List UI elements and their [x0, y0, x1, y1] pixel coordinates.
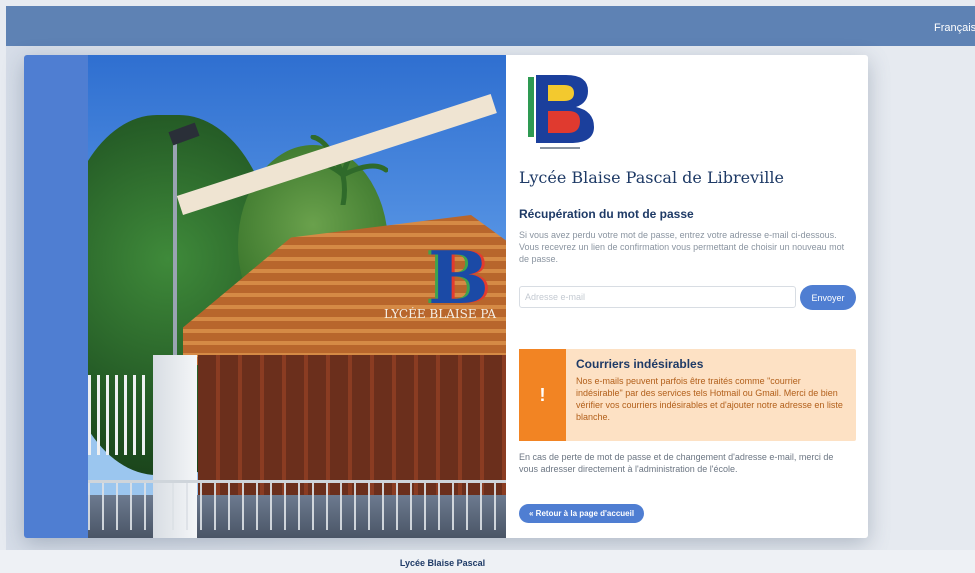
- contact-note: En cas de perte de mot de passe et de ch…: [519, 452, 834, 474]
- back-home-button[interactable]: « Retour à la page d'accueil: [519, 504, 645, 523]
- password-recovery-panel: Lycée Blaise Pascal de Libreville Récupé…: [506, 55, 868, 538]
- alert-title: Courriers indésirables: [576, 357, 704, 371]
- fence: [88, 375, 148, 455]
- section-title: Récupération du mot de passe: [519, 207, 694, 221]
- card-accent-strip: [24, 55, 88, 538]
- language-selector[interactable]: Français: [931, 20, 975, 36]
- login-card: B LYCÉE BLAISE PA Lycée Blaise Pascal de…: [24, 55, 868, 538]
- top-bar: Français: [6, 6, 975, 46]
- footer: Lycée Blaise Pascal: [0, 550, 975, 573]
- school-photo: B LYCÉE BLAISE PA: [88, 55, 506, 538]
- language-label: Français: [934, 22, 975, 34]
- footer-text: Lycée Blaise Pascal: [399, 558, 486, 568]
- barrier: [88, 480, 506, 530]
- school-logo-icon: [528, 75, 594, 149]
- alert-text: Nos e-mails peuvent parfois être traités…: [576, 376, 843, 422]
- spam-warning-alert: ! Courriers indésirables Nos e-mails peu…: [519, 349, 856, 441]
- intro-text: Si vous avez perdu votre mot de passe, e…: [519, 230, 845, 264]
- school-name: Lycée Blaise Pascal de Libreville: [519, 168, 784, 187]
- sign-text: LYCÉE BLAISE PA: [384, 307, 497, 321]
- warning-icon: !: [519, 349, 566, 441]
- send-button[interactable]: Envoyer: [800, 285, 856, 310]
- email-field[interactable]: [519, 286, 796, 308]
